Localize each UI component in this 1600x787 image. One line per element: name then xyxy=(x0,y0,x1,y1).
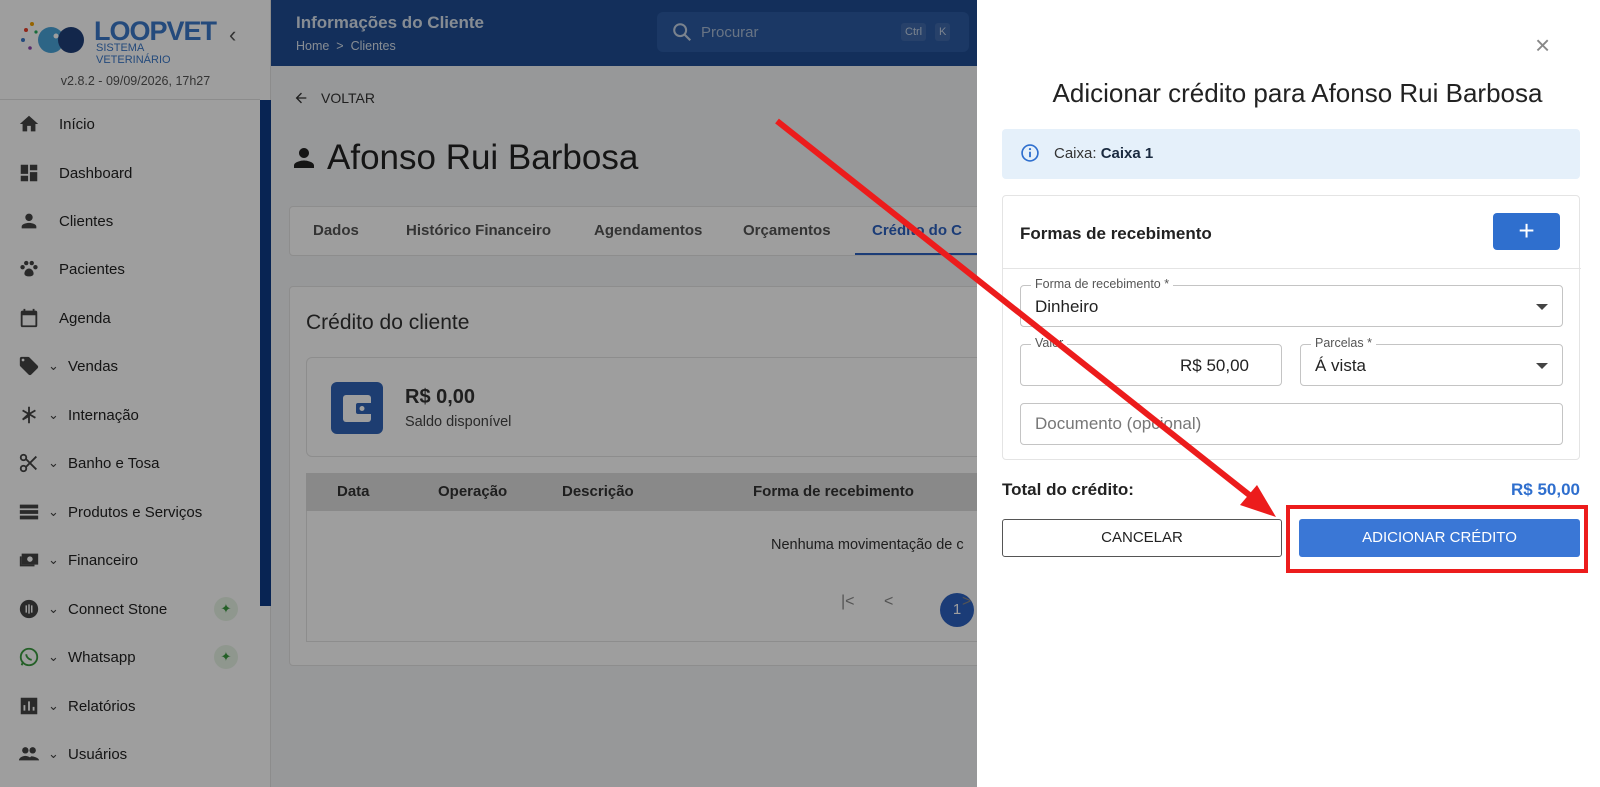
annotation-highlight-box xyxy=(1286,505,1588,573)
annotation-arrow xyxy=(775,118,1276,517)
